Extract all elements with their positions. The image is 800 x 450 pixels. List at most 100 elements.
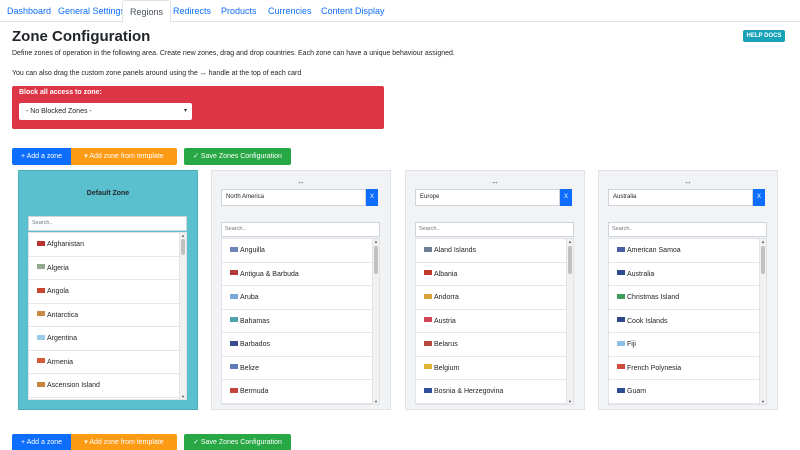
list-item[interactable]: Bahamas — [222, 310, 379, 333]
list-scrollbar[interactable]: ▲ ▼ — [566, 239, 573, 404]
flag-icon — [617, 387, 625, 393]
list-item[interactable]: Belgium — [416, 357, 573, 380]
zone-card-europe: ↔ Europe X Search.. Aland Islands Albani… — [405, 170, 585, 410]
tab-regions[interactable]: Regions — [122, 0, 172, 23]
flag-icon — [617, 270, 625, 276]
list-item[interactable]: Ascension Island — [29, 374, 186, 398]
tab-general-settings[interactable]: General Settings — [51, 0, 132, 22]
list-item[interactable]: Andorra — [416, 286, 573, 310]
zone-card-australia: ↔ Australia X Search.. American Samoa Au… — [598, 170, 778, 410]
flag-icon — [37, 381, 45, 387]
flag-icon — [230, 340, 238, 346]
flag-icon — [424, 340, 432, 346]
zone-card-default: Default Zone Search.. Afghanistan Algeri… — [18, 170, 198, 410]
list-item[interactable]: Afghanistan — [29, 233, 186, 257]
tab-content-display[interactable]: Content Display — [314, 0, 392, 22]
block-zone-panel: Block all access to zone: - No Blocked Z… — [12, 86, 384, 129]
settings-tabs: Dashboard General Settings Regions Redir… — [0, 0, 800, 23]
tab-redirects[interactable]: Redirects — [166, 0, 218, 22]
drag-hint: You can also drag the custom zone panels… — [12, 70, 302, 77]
flag-icon — [230, 364, 238, 370]
list-item[interactable]: Christmas Island — [609, 286, 766, 310]
flag-icon — [424, 364, 432, 370]
flag-icon — [424, 246, 432, 252]
flag-icon — [37, 311, 45, 317]
list-item[interactable]: Aland Islands — [416, 239, 573, 263]
list-item[interactable]: Argentina — [29, 327, 186, 351]
add-zone-button-bottom[interactable]: + Add a zone — [12, 434, 71, 450]
list-item[interactable]: Austria — [416, 310, 573, 333]
add-zone-button[interactable]: + Add a zone — [12, 148, 71, 165]
country-search-input[interactable]: Search.. — [221, 222, 380, 237]
list-item[interactable]: Barbados — [222, 333, 379, 357]
drag-handle-icon[interactable]: ↔ — [406, 177, 584, 186]
country-search-input[interactable]: Search.. — [415, 222, 574, 237]
zone-name-input[interactable]: Europe — [415, 189, 560, 206]
flag-icon — [37, 358, 45, 364]
flag-icon — [424, 387, 432, 393]
block-zone-selected-value: - No Blocked Zones - — [26, 108, 92, 115]
chevron-down-icon: ▾ — [183, 108, 187, 114]
list-item[interactable]: Belarus — [416, 333, 573, 357]
list-item[interactable]: American Samoa — [609, 239, 766, 263]
country-list[interactable]: Anguilla Antigua & Barbuda Aruba Bahamas… — [221, 238, 380, 405]
country-list[interactable]: Afghanistan Algeria Angola Antarctica Ar… — [28, 232, 187, 400]
list-item[interactable]: Aruba — [222, 286, 379, 310]
flag-icon — [424, 270, 432, 276]
list-item[interactable]: Angola — [29, 280, 186, 304]
drag-handle-icon[interactable]: ↔ — [599, 177, 777, 186]
country-list[interactable]: American Samoa Australia Christmas Islan… — [608, 238, 767, 405]
tab-currencies[interactable]: Currencies — [261, 0, 319, 22]
add-zone-template-button[interactable]: ▾ Add zone from template — [71, 148, 177, 165]
remove-zone-button[interactable]: X — [560, 189, 572, 206]
list-item[interactable]: Anguilla — [222, 239, 379, 263]
save-zones-button[interactable]: ✓ Save Zones Configuration — [184, 148, 291, 165]
flag-icon — [37, 240, 45, 246]
zone-name-input[interactable]: North America — [221, 189, 366, 206]
drag-handle-icon[interactable]: ↔ — [212, 177, 390, 186]
tab-products[interactable]: Products — [214, 0, 264, 22]
list-item[interactable]: French Polynesia — [609, 357, 766, 380]
list-item[interactable]: Armenia — [29, 351, 186, 374]
zone-title: Default Zone — [86, 190, 130, 197]
add-zone-template-button-bottom[interactable]: ▾ Add zone from template — [71, 434, 177, 450]
list-item[interactable]: Antigua & Barbuda — [222, 263, 379, 286]
list-item[interactable]: Algeria — [29, 257, 186, 280]
page-title: Zone Configuration — [12, 28, 151, 45]
list-item[interactable]: Cook Islands — [609, 310, 766, 333]
list-item[interactable]: Bosnia & Herzegovina — [416, 380, 573, 404]
flag-icon — [230, 317, 238, 323]
flag-icon — [617, 293, 625, 299]
flag-icon — [37, 287, 45, 293]
zone-name-input[interactable]: Australia — [608, 189, 753, 206]
list-item[interactable]: Guam — [609, 380, 766, 404]
country-search-input[interactable]: Search.. — [28, 216, 187, 231]
help-docs-button[interactable]: HELP DOCS — [743, 30, 785, 42]
save-zones-button-bottom[interactable]: ✓ Save Zones Configuration — [184, 434, 291, 450]
list-item[interactable]: Australia — [609, 263, 766, 286]
list-item[interactable]: Bermuda — [222, 380, 379, 404]
flag-icon — [617, 364, 625, 370]
block-zone-select[interactable]: - No Blocked Zones - ▾ — [19, 103, 192, 120]
flag-icon — [617, 246, 625, 252]
country-search-input[interactable]: Search.. — [608, 222, 767, 237]
list-scrollbar[interactable]: ▲ ▼ — [372, 239, 379, 404]
flag-icon — [37, 264, 45, 270]
flag-icon — [230, 270, 238, 276]
flag-icon — [230, 293, 238, 299]
list-item[interactable]: Fiji — [609, 333, 766, 357]
list-item[interactable]: Albania — [416, 263, 573, 286]
zone-card-north-america: ↔ North America X Search.. Anguilla Anti… — [211, 170, 391, 410]
tab-dashboard[interactable]: Dashboard — [0, 0, 58, 22]
block-zone-label: Block all access to zone: — [19, 89, 102, 96]
list-scrollbar[interactable]: ▲ ▼ — [759, 239, 766, 404]
flag-icon — [617, 317, 625, 323]
country-list[interactable]: Aland Islands Albania Andorra Austria Be… — [415, 238, 574, 405]
flag-icon — [230, 387, 238, 393]
flag-icon — [37, 334, 45, 340]
remove-zone-button[interactable]: X — [366, 189, 378, 206]
list-item[interactable]: Antarctica — [29, 304, 186, 327]
remove-zone-button[interactable]: X — [753, 189, 765, 206]
list-scrollbar[interactable]: ▲ ▼ — [179, 233, 186, 399]
list-item[interactable]: Belize — [222, 357, 379, 380]
